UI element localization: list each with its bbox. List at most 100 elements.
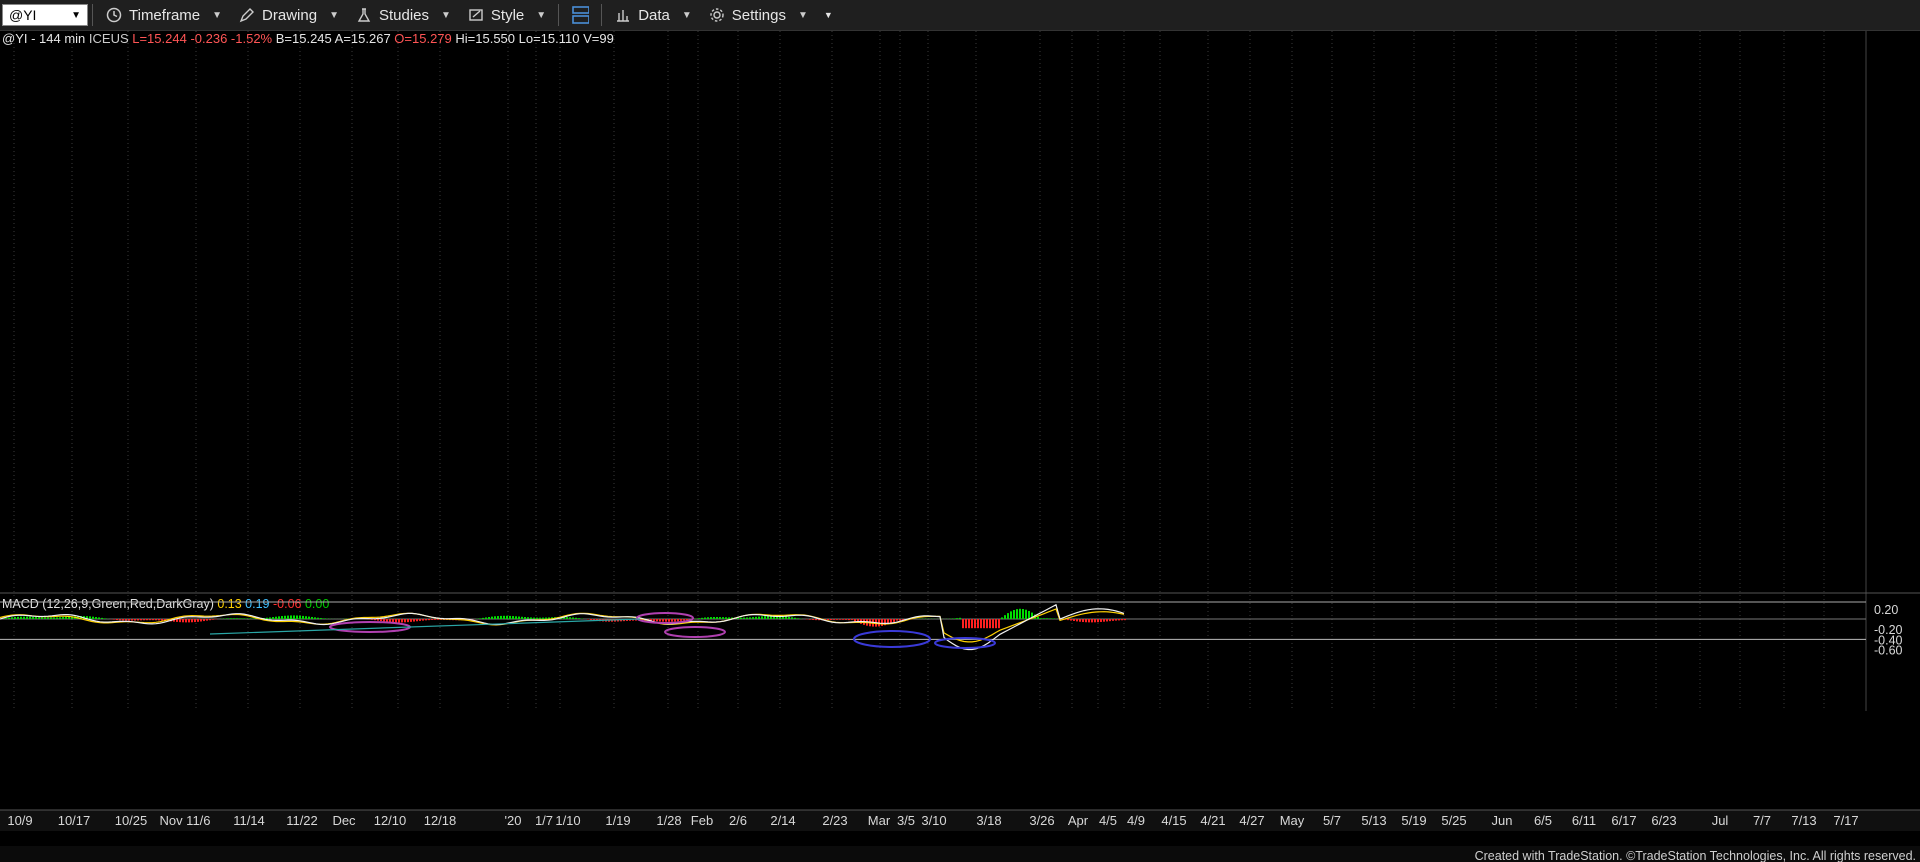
time-axis-tick: 4/5 — [1099, 813, 1117, 828]
symbol-info-header: @YI - 144 min ICEUS L=15.244 -0.236 -1.5… — [2, 31, 614, 46]
time-axis-tick: Dec — [332, 813, 356, 828]
header-bid: B=15.245 — [272, 31, 332, 46]
header-change-pct: -1.52% — [227, 31, 272, 46]
macd-axis-tick: 0.20 — [1874, 603, 1898, 617]
chevron-down-icon: ▼ — [441, 9, 451, 21]
time-axis-tick: 4/27 — [1239, 813, 1264, 828]
header-open: O=15.279 — [391, 31, 452, 46]
symbol-value: @YI — [9, 7, 37, 23]
more-caret-icon: ▼ — [823, 10, 833, 20]
macd-header-value: 0.13 — [214, 597, 242, 611]
copyright-footer: Created with TradeStation. ©TradeStation… — [1475, 849, 1916, 862]
time-axis-tick: 7/13 — [1791, 813, 1816, 828]
drawing-button[interactable]: Drawing ▼ — [230, 2, 347, 28]
macd-header-value: 0.19 — [242, 597, 270, 611]
data-icon — [614, 6, 632, 24]
macd-header-value: -0.06 — [270, 597, 302, 611]
time-axis-tick: 10/9 — [7, 813, 32, 828]
style-label: Style — [490, 6, 525, 24]
flask-icon — [355, 6, 373, 24]
timeframe-label: Timeframe — [129, 6, 201, 24]
header-exchange: ICEUS — [85, 31, 129, 46]
time-axis-tick: 11/14 — [233, 813, 265, 828]
header-ask: A=15.267 — [332, 31, 391, 46]
time-axis-tick: 1/10 — [555, 813, 580, 828]
time-axis-tick: 3/26 — [1029, 813, 1054, 828]
data-button[interactable]: Data ▼ — [606, 2, 700, 28]
settings-button[interactable]: Settings ▼ — [700, 2, 816, 28]
time-axis-tick: Feb — [691, 813, 713, 828]
time-axis-tick: Apr — [1068, 813, 1089, 828]
header-low: Lo=15.110 — [515, 31, 579, 46]
macd-line — [0, 603, 1125, 651]
macd-header-value: 0.00 — [301, 597, 329, 611]
more-button[interactable]: ▼ — [816, 2, 841, 28]
macd-header-value: MACD (12,26,9,Green,Red,DarkGray) — [2, 597, 214, 611]
time-axis-tick: 11/22 — [286, 813, 318, 828]
time-axis-tick: '20 — [505, 813, 522, 828]
chevron-down-icon: ▼ — [536, 9, 547, 21]
chevron-down-icon: ▼ — [681, 9, 692, 21]
chevron-down-icon: ▼ — [797, 9, 808, 21]
divergence-ellipse — [664, 626, 726, 638]
time-axis-tick: 6/23 — [1651, 813, 1676, 828]
time-axis-tick: 5/13 — [1361, 813, 1386, 828]
studies-button[interactable]: Studies ▼ — [347, 2, 459, 28]
time-axis-tick: 4/9 — [1127, 813, 1145, 828]
studies-label: Studies — [378, 6, 430, 24]
chart-canvas[interactable]: @YI - 144 min ICEUS L=15.244 -0.236 -1.5… — [0, 31, 1920, 862]
price-axis — [1866, 31, 1920, 862]
time-axis-tick: 5/25 — [1441, 813, 1466, 828]
time-axis-tick: 2/23 — [822, 813, 847, 828]
header-symbol-info: @YI - 144 min — [2, 31, 85, 46]
time-axis-tick: Mar — [868, 813, 891, 828]
macd-signal-line — [0, 608, 1125, 643]
header-last: L=15.244 — [129, 31, 187, 46]
toolbar-separator — [601, 4, 603, 26]
time-axis-tick: 1/19 — [605, 813, 630, 828]
time-axis-tick: May — [1280, 813, 1305, 828]
macd-axis-tick: -0.60 — [1874, 644, 1903, 658]
time-axis-tick: 5/7 — [1323, 813, 1341, 828]
time-axis-tick: 6/5 — [1534, 813, 1552, 828]
time-axis-tick: 1/28 — [656, 813, 681, 828]
settings-label: Settings — [731, 6, 786, 24]
chart-area[interactable]: @YI - 144 min ICEUS L=15.244 -0.236 -1.5… — [0, 31, 1920, 862]
style-icon — [467, 6, 485, 24]
pencil-icon — [238, 6, 256, 24]
time-axis-tick: 7/17 — [1833, 813, 1858, 828]
time-axis-tick: 1/7 — [535, 813, 553, 828]
layout-icon — [571, 6, 590, 24]
header-volume: V=99 — [579, 31, 613, 46]
toolbar: @YI ▼ Timeframe ▼ Drawing ▼ Studies ▼ St… — [0, 0, 1920, 31]
drawing-label: Drawing — [262, 6, 318, 24]
time-axis-tick: 12/10 — [374, 813, 407, 828]
time-axis-tick: 3/10 — [921, 813, 946, 828]
time-axis-tick: 3/5 — [897, 813, 915, 828]
timeframe-button[interactable]: Timeframe ▼ — [97, 2, 230, 28]
time-axis-tick: Jul — [1712, 813, 1729, 828]
time-axis-tick: 2/14 — [770, 813, 795, 828]
chevron-down-icon: ▼ — [329, 9, 339, 21]
time-axis-tick: 10/25 — [115, 813, 148, 828]
layout-button[interactable] — [563, 2, 597, 28]
time-axis-tick: 6/17 — [1611, 813, 1636, 828]
style-button[interactable]: Style ▼ — [459, 2, 554, 28]
clock-icon — [105, 6, 123, 24]
time-axis-tick: 7/7 — [1753, 813, 1771, 828]
header-change: -0.236 — [187, 31, 227, 46]
time-axis-tick: 5/19 — [1401, 813, 1426, 828]
symbol-input[interactable]: @YI ▼ — [2, 4, 88, 26]
toolbar-separator — [92, 4, 93, 26]
time-axis-tick: Nov 11/6 — [159, 813, 210, 828]
time-axis-tick: 4/21 — [1200, 813, 1225, 828]
symbol-dropdown-icon[interactable]: ▼ — [71, 10, 81, 21]
data-label: Data — [638, 6, 670, 24]
time-axis-tick: 3/18 — [976, 813, 1001, 828]
time-axis-tick: 10/17 — [58, 813, 91, 828]
toolbar-separator — [558, 4, 560, 26]
time-axis-tick: 6/11 — [1572, 813, 1596, 828]
time-axis-tick: Jun — [1492, 813, 1513, 828]
time-axis-tick: 4/15 — [1161, 813, 1186, 828]
time-axis-tick: 2/6 — [729, 813, 747, 828]
